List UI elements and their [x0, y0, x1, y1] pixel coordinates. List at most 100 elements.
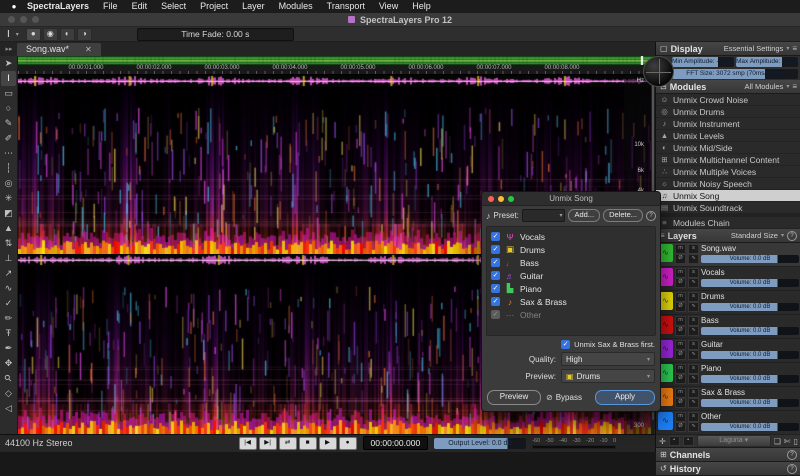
- menu-edit[interactable]: Edit: [125, 0, 155, 13]
- zoom-window-icon[interactable]: [32, 16, 39, 23]
- volume-slider[interactable]: Volume: 0.0 dB: [701, 399, 799, 407]
- solo-button[interactable]: s: [688, 292, 699, 302]
- dialog-close-icon[interactable]: [488, 196, 494, 202]
- min-amplitude-slider[interactable]: Min Amplitude: -90 dB: [672, 57, 734, 67]
- phase-button[interactable]: Ø: [675, 398, 686, 408]
- mute-button[interactable]: m: [675, 388, 686, 398]
- eyedropper-tool[interactable]: ✒: [1, 341, 16, 356]
- overview-bar[interactable]: [18, 56, 655, 65]
- phase-button[interactable]: Ø: [675, 350, 686, 360]
- envelope-button[interactable]: ∿: [688, 374, 699, 384]
- module-item-unmix-multichannel-content[interactable]: ⊞Unmix Multichannel Content: [656, 154, 800, 166]
- tab-close-icon[interactable]: ✕: [85, 45, 92, 54]
- layer-row-drums[interactable]: ∿msDrumsØ∿Volume: 0.0 dB: [656, 291, 800, 315]
- navigator-ball[interactable]: [643, 56, 674, 87]
- stem-row-piano[interactable]: ✓▙Piano: [491, 282, 651, 295]
- colormap-select[interactable]: Laguna ▾: [697, 435, 771, 447]
- menu-file[interactable]: File: [96, 0, 125, 13]
- intersect-selection-mode[interactable]: ◑: [77, 28, 92, 41]
- loop-button[interactable]: ⇄: [279, 437, 297, 450]
- menu-select[interactable]: Select: [154, 0, 193, 13]
- layer-option-a-button[interactable]: ▪: [669, 436, 680, 446]
- fft-size-slider[interactable]: FFT Size: 3072 smp (70ms/14Hz): [672, 69, 798, 79]
- time-fade-field[interactable]: Time Fade: 0.00 s: [137, 28, 294, 41]
- envelope-button[interactable]: ∿: [688, 350, 699, 360]
- module-item-unmix-drums[interactable]: ◎Unmix Drums: [656, 106, 800, 118]
- dialog-window-controls[interactable]: [488, 196, 514, 202]
- preview-select[interactable]: ▣ Drums ▾: [561, 369, 655, 383]
- menu-help[interactable]: Help: [405, 0, 438, 13]
- eraser-tool[interactable]: ◩: [1, 206, 16, 221]
- tab-song-wav[interactable]: Song.wav* ✕: [17, 43, 101, 56]
- stem-checkbox-bass[interactable]: ✓: [491, 258, 500, 267]
- module-item-unmix-noisy-speech[interactable]: ☼Unmix Noisy Speech: [656, 178, 800, 190]
- stem-checkbox-vocals[interactable]: ✓: [491, 232, 500, 241]
- stem-row-sax-brass[interactable]: ✓♪Sax & Brass: [491, 295, 651, 308]
- stem-row-vocals[interactable]: ✓ΨVocals: [491, 230, 651, 243]
- preset-select[interactable]: ▾: [522, 209, 566, 222]
- channels-help-icon[interactable]: ?: [787, 450, 797, 460]
- waveform-left[interactable]: [18, 75, 655, 87]
- mute-button[interactable]: m: [675, 244, 686, 254]
- pencil-tool[interactable]: ✏: [1, 311, 16, 326]
- volume-slider[interactable]: Volume: 0.0 dB: [701, 303, 799, 311]
- frequency-selection-tool[interactable]: ◎: [1, 176, 16, 191]
- solo-button[interactable]: s: [688, 388, 699, 398]
- apply-button[interactable]: Apply: [595, 390, 655, 405]
- menu-modules[interactable]: Modules: [272, 0, 320, 13]
- quality-select[interactable]: High ▾: [561, 352, 655, 366]
- phase-button[interactable]: Ø: [675, 374, 686, 384]
- lasso-selection-tool[interactable]: ✐: [1, 131, 16, 146]
- layer-source-icon[interactable]: ✛: [659, 437, 666, 446]
- mark-tool[interactable]: ✓: [1, 296, 16, 311]
- module-item-unmix-song[interactable]: ♫Unmix Song: [656, 190, 800, 202]
- layer-row-other[interactable]: ∿msOtherØ∿Volume: 0.0 dB: [656, 411, 800, 435]
- tab-overflow-icon[interactable]: ▸▸: [1, 43, 17, 56]
- window-controls[interactable]: [8, 16, 39, 23]
- menu-view[interactable]: View: [372, 0, 405, 13]
- dialog-title-bar[interactable]: Unmix Song: [482, 192, 660, 206]
- stem-checkbox-guitar[interactable]: ✓: [491, 271, 500, 280]
- module-item-unmix-crowd-noise[interactable]: ☺Unmix Crowd Noise: [656, 94, 800, 106]
- envelope-button[interactable]: ∿: [688, 302, 699, 312]
- new-layer-icon[interactable]: ❏: [774, 437, 781, 446]
- close-window-icon[interactable]: [8, 16, 15, 23]
- delete-layer-icon[interactable]: ▯: [794, 437, 798, 446]
- apple-menu-icon[interactable]: ●: [8, 2, 20, 11]
- dialog-minimize-icon[interactable]: [498, 196, 504, 202]
- rectangle-selection-tool[interactable]: ▭: [1, 86, 16, 101]
- layers-panel-header[interactable]: ≡ Layers Standard Size ▾ ?: [656, 229, 800, 243]
- time-selection-tool[interactable]: I: [1, 71, 16, 86]
- add-selection-mode[interactable]: ◉: [43, 28, 58, 41]
- stem-checkbox-sax-brass[interactable]: ✓: [491, 297, 500, 306]
- output-level-slider[interactable]: Output Level: 0.0 dB: [434, 438, 526, 449]
- layers-size-select[interactable]: Standard Size: [731, 231, 778, 240]
- phase-button[interactable]: Ø: [675, 422, 686, 432]
- dotted-line-tool[interactable]: ⋯: [1, 146, 16, 161]
- mute-button[interactable]: m: [675, 412, 686, 422]
- solo-button[interactable]: s: [688, 364, 699, 374]
- volume-slider[interactable]: Volume: 0.0 dB: [701, 279, 799, 287]
- preset-add-button[interactable]: Add...: [568, 209, 600, 222]
- history-help-icon[interactable]: ?: [787, 464, 797, 474]
- mute-button[interactable]: m: [675, 268, 686, 278]
- display-menu-icon[interactable]: ≡: [792, 44, 797, 53]
- module-item-unmix-mid-side[interactable]: ◐Unmix Mid/Side: [656, 142, 800, 154]
- ellipse-selection-tool[interactable]: ○: [1, 101, 16, 116]
- fade-tool[interactable]: Ŧ: [1, 326, 16, 341]
- channels-panel-header[interactable]: ⊞ Channels ?: [656, 448, 800, 462]
- solo-button[interactable]: s: [688, 268, 699, 278]
- display-panel-header[interactable]: ▢ Display Essential Settings ▾ ≡: [656, 42, 800, 56]
- go-to-start-button[interactable]: |◀: [239, 437, 257, 450]
- solo-button[interactable]: s: [688, 340, 699, 350]
- volume-slider[interactable]: Volume: 0.0 dB: [701, 423, 799, 431]
- module-item-modules-chain[interactable]: ≡Modules Chain: [656, 217, 800, 229]
- layer-row-vocals[interactable]: ∿msVocalsØ∿Volume: 0.0 dB: [656, 267, 800, 291]
- brush-selection-tool[interactable]: ✎: [1, 116, 16, 131]
- amplify-tool[interactable]: ▲: [1, 221, 16, 236]
- menu-transport[interactable]: Transport: [320, 0, 372, 13]
- phase-button[interactable]: Ø: [675, 326, 686, 336]
- menu-layer[interactable]: Layer: [235, 0, 272, 13]
- preview-button[interactable]: Preview: [487, 390, 541, 405]
- mute-button[interactable]: m: [675, 340, 686, 350]
